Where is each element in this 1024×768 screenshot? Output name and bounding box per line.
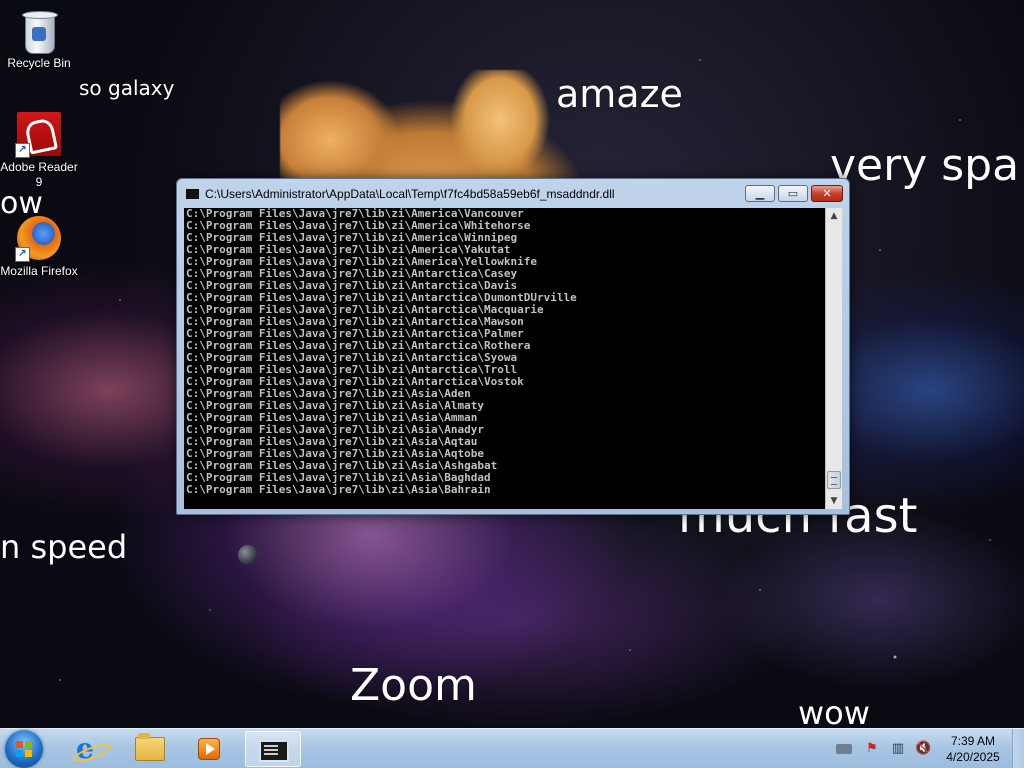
desktop-icon-recycle-bin[interactable]: Recycle Bin <box>0 8 78 71</box>
taskbar-console[interactable] <box>245 731 301 767</box>
network-icon[interactable]: ▥ <box>890 741 906 757</box>
console-app-icon <box>185 188 200 200</box>
minimize-button[interactable]: ▁ <box>745 185 775 202</box>
recycle-bin-icon <box>17 8 61 54</box>
console-window[interactable]: C:\Users\Administrator\AppData\Local\Tem… <box>176 178 850 515</box>
start-button[interactable] <box>5 730 43 768</box>
close-button[interactable]: ✕ <box>811 185 843 202</box>
taskbar-media-player[interactable] <box>182 731 238 767</box>
wallpaper-text: so galaxy <box>79 76 175 100</box>
scroll-up-icon[interactable]: ▲ <box>826 208 842 224</box>
vertical-scrollbar[interactable]: ▲ ▼ <box>825 208 842 509</box>
taskbar: e ⚑ ▥ 🔇 7:39 AM 4/20/2025 <box>0 728 1024 768</box>
window-titlebar[interactable]: C:\Users\Administrator\AppData\Local\Tem… <box>177 179 849 207</box>
clock-time: 7:39 AM <box>950 734 996 748</box>
wallpaper-text: wow <box>798 694 870 732</box>
keyboard-icon[interactable] <box>836 744 852 754</box>
maximize-button[interactable]: ▭ <box>778 185 808 202</box>
action-center-flag-icon[interactable]: ⚑ <box>864 741 880 757</box>
console-output-area[interactable]: C:\Program Files\Java\jre7\lib\zi\Americ… <box>184 208 842 509</box>
scroll-thumb[interactable] <box>827 471 841 489</box>
system-clock[interactable]: 7:39 AM 4/20/2025 <box>940 733 1006 765</box>
adobe-reader-icon: ↗ <box>15 112 61 158</box>
console-output: C:\Program Files\Java\jre7\lib\zi\Americ… <box>186 208 826 508</box>
taskbar-windows-explorer[interactable] <box>122 731 178 767</box>
media-player-icon <box>198 738 220 760</box>
taskbar-internet-explorer[interactable]: e <box>62 731 118 767</box>
show-desktop-button[interactable] <box>1012 729 1024 768</box>
console-line: C:\Program Files\Java\jre7\lib\zi\Asia\B… <box>186 483 491 496</box>
wallpaper-text: n speed <box>0 528 128 566</box>
wallpaper-text: amaze <box>556 72 683 116</box>
desktop-icon-label: Recycle Bin <box>7 56 71 70</box>
shortcut-arrow-icon: ↗ <box>15 143 30 158</box>
desktop: so galaxy amaze very spa ow much fast n … <box>0 0 1024 768</box>
desktop-icon-label: Adobe Reader 9 <box>0 160 78 189</box>
volume-muted-icon[interactable]: 🔇 <box>915 741 931 757</box>
planet <box>238 545 258 565</box>
folder-icon <box>135 733 165 761</box>
firefox-icon: ↗ <box>15 216 61 262</box>
desktop-icon-adobe-reader[interactable]: ↗ Adobe Reader 9 <box>0 112 78 190</box>
maximize-icon: ▭ <box>787 187 799 200</box>
desktop-icon-firefox[interactable]: ↗ Mozilla Firefox <box>0 216 78 279</box>
console-icon <box>259 740 289 762</box>
wallpaper-text: very spa <box>830 140 1020 191</box>
scroll-down-icon[interactable]: ▼ <box>826 493 842 509</box>
clock-date: 4/20/2025 <box>946 750 1000 764</box>
ie-icon: e <box>76 732 94 765</box>
minimize-icon: ▁ <box>755 187 765 200</box>
close-icon: ✕ <box>822 187 832 200</box>
shortcut-arrow-icon: ↗ <box>15 247 30 262</box>
window-title: C:\Users\Administrator\AppData\Local\Tem… <box>205 187 615 201</box>
wallpaper-text: Zoom <box>350 660 477 711</box>
desktop-icon-label: Mozilla Firefox <box>0 264 78 278</box>
